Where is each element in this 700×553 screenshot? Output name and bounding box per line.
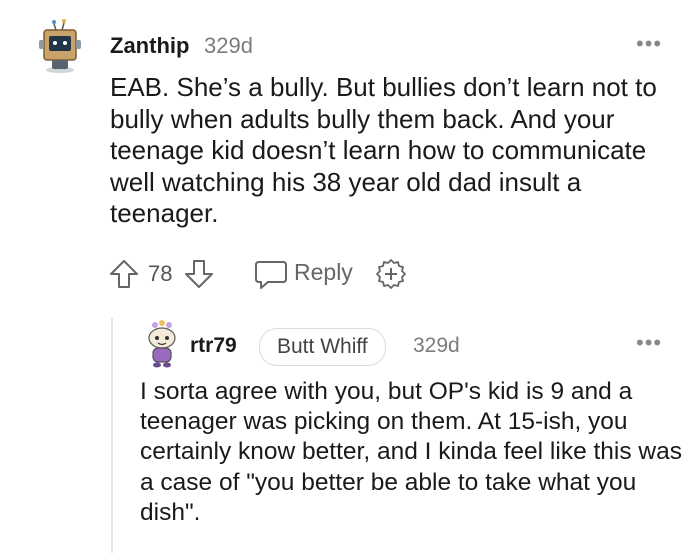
- more-options-icon[interactable]: •••: [636, 330, 662, 356]
- award-plus-icon: [376, 259, 406, 289]
- robot-avatar-icon: [39, 19, 81, 73]
- comment-timestamp: 329d: [413, 334, 460, 357]
- comment-timestamp: 329d: [204, 33, 253, 58]
- speech-bubble-icon: [255, 261, 287, 289]
- upvote-arrow-icon: [110, 260, 138, 288]
- vote-count: 78: [148, 261, 173, 286]
- more-options-icon[interactable]: •••: [636, 31, 662, 57]
- downvote-button[interactable]: [183, 258, 215, 290]
- comment-body: EAB. She’s a bully. But bullies don’t le…: [110, 72, 657, 228]
- reply-label[interactable]: Reply: [294, 259, 353, 286]
- thread-line[interactable]: [111, 318, 113, 553]
- upvote-button[interactable]: [108, 258, 140, 290]
- user-flair-badge: Butt Whiff: [259, 328, 386, 366]
- award-button[interactable]: [374, 257, 408, 291]
- user-avatar[interactable]: [145, 320, 179, 368]
- comment-username[interactable]: Zanthip: [110, 33, 189, 59]
- snoo-avatar-icon: [148, 320, 176, 368]
- downvote-arrow-icon: [185, 260, 213, 288]
- user-avatar[interactable]: [36, 18, 84, 74]
- comment-username[interactable]: rtr79: [190, 334, 237, 358]
- comment-body: I sorta agree with you, but OP's kid is …: [140, 378, 683, 526]
